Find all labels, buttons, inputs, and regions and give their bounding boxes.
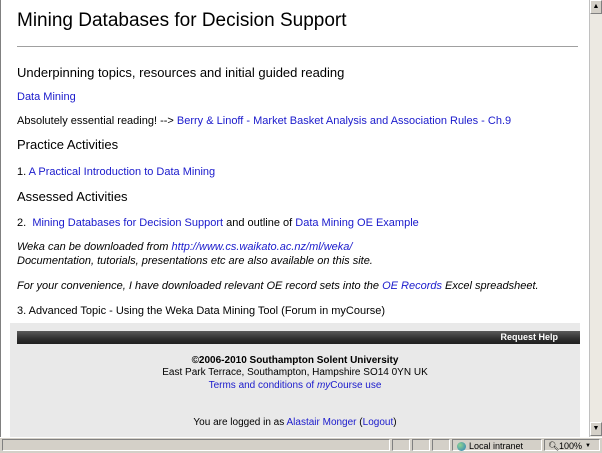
status-text-cell [2,439,390,451]
help-bar: Request Help [17,331,580,344]
weka-download-prefix: Weka can be downloaded from [17,241,169,253]
essential-reading-line: Absolutely essential reading! --> Berry … [17,115,511,127]
terms-link[interactable]: Terms and conditions of myCourse use [209,380,382,391]
oe-records-link[interactable]: OE Records [382,280,442,292]
vertical-scrollbar[interactable]: ▲ ▼ [589,0,602,437]
address-text: East Park Terrace, Southampton, Hampshir… [162,367,428,378]
scroll-down-button[interactable]: ▼ [590,422,602,436]
logged-in-line: You are logged in as Alastair Monger (Lo… [10,417,580,428]
logout-link[interactable]: Logout [363,417,394,428]
zoom-cell[interactable]: 🔍︎ 100% ▼ [544,439,600,451]
data-mining-link[interactable]: Data Mining [17,91,76,103]
assessed-mid-text: and outline of [226,217,293,229]
oe-example-link[interactable]: Data Mining OE Example [295,217,419,229]
status-bar: Local intranet 🔍︎ 100% ▼ [0,437,602,453]
status-cell-b [412,439,430,451]
zoom-level: 100% [559,441,583,451]
assessed-item-number: 2. [17,217,27,229]
security-zone-label: Local intranet [469,441,524,451]
oe-records-line: For your convenience, I have downloaded … [17,280,539,292]
logged-in-prefix: You are logged in as [193,417,285,428]
berry-linoff-link[interactable]: Berry & Linoff - Market Basket Analysis … [177,115,511,127]
scroll-up-button[interactable]: ▲ [590,0,602,14]
weka-docs-line: Documentation, tutorials, presentations … [17,255,373,267]
practice-item-number: 1. [17,166,27,178]
practice-activities-heading: Practice Activities [17,137,119,152]
globe-icon [457,442,466,451]
mining-databases-link[interactable]: Mining Databases for Decision Support [32,217,223,229]
status-cell-a [392,439,410,451]
terms-line: Terms and conditions of myCourse use [10,380,580,391]
oe-records-prefix: For your convenience, I have downloaded … [17,280,379,292]
status-cell-c [432,439,450,451]
assessed-activities-heading: Assessed Activities [17,189,128,204]
practice-item-1: 1. A Practical Introduction to Data Mini… [17,166,215,178]
scroll-up-arrow-icon: ▲ [592,3,600,10]
browser-viewport: Mining Databases for Decision Support Un… [0,0,589,437]
assessed-item-2: 2. Mining Databases for Decision Support… [17,217,419,229]
security-zone-cell[interactable]: Local intranet [452,439,542,451]
user-name-link[interactable]: Alastair Monger [286,417,356,428]
magnifier-icon: 🔍︎ [548,441,560,451]
section-underpinning-heading: Underpinning topics, resources and initi… [17,65,345,80]
logout-paren-close: ) [393,417,397,428]
weka-download-line: Weka can be downloaded from http://www.c… [17,241,352,253]
advanced-topic-line: 3. Advanced Topic - Using the Weka Data … [17,305,386,317]
oe-records-suffix: Excel spreadsheet. [445,280,539,292]
practical-intro-link[interactable]: A Practical Introduction to Data Mining [29,166,215,178]
copyright-text: ©2006-2010 Southampton Solent University [191,355,399,366]
weka-url-link[interactable]: http://www.cs.waikato.ac.nz/ml/weka/ [172,241,353,253]
terms-my: my [316,380,331,391]
terms-prefix: Terms and conditions of [208,380,317,391]
page-content: Mining Databases for Decision Support Un… [10,4,580,323]
scroll-down-arrow-icon: ▼ [592,425,600,432]
zoom-dropdown-icon[interactable]: ▼ [585,441,591,452]
page-title: Mining Databases for Decision Support [17,10,347,31]
title-divider [17,46,578,47]
essential-reading-prefix: Absolutely essential reading! --> [17,115,174,127]
request-help-button[interactable]: Request Help [500,331,558,344]
page-footer: Request Help ©2006-2010 Southampton Sole… [10,323,580,437]
terms-suffix: Course use [330,380,382,391]
